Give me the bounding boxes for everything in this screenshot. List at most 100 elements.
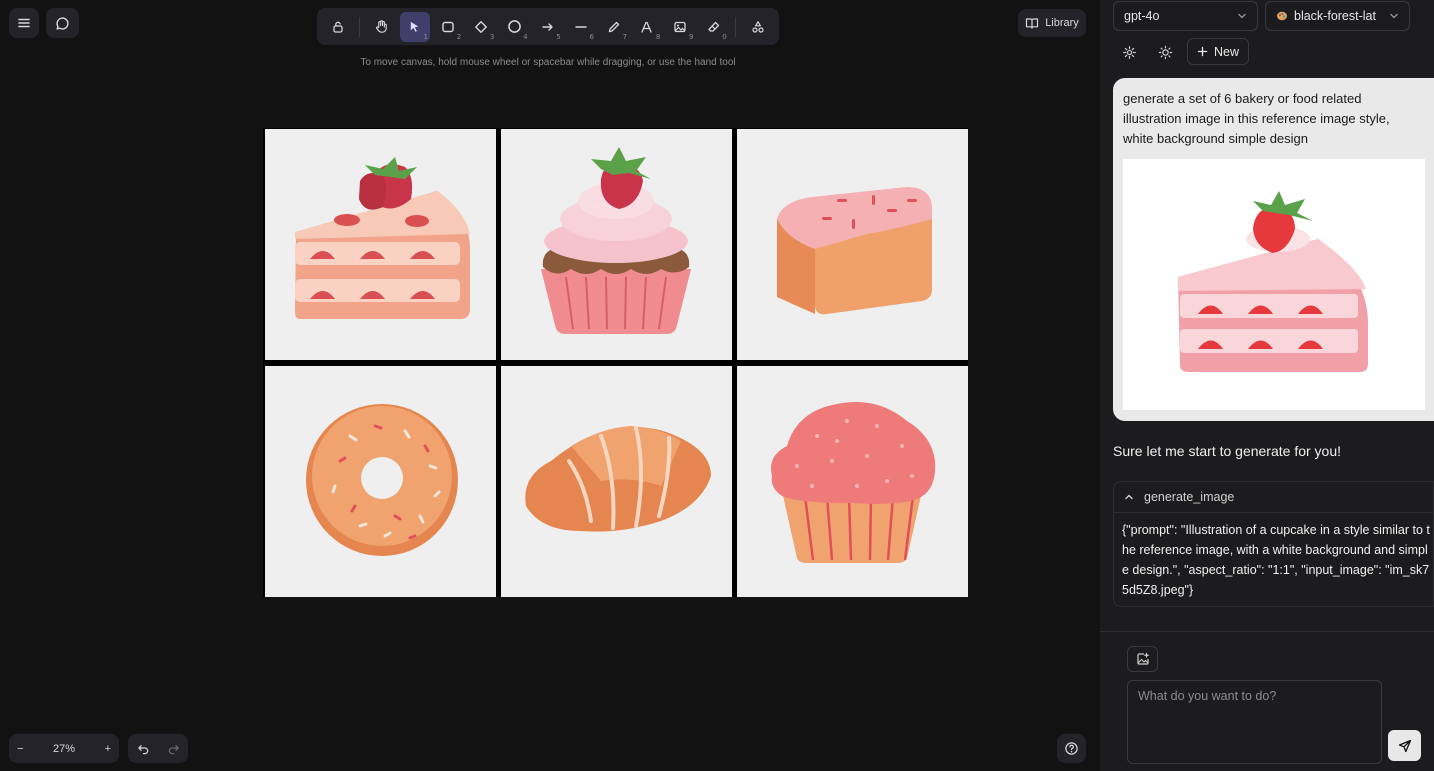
help-icon: [1065, 742, 1078, 755]
tool-more-shapes[interactable]: [743, 12, 773, 42]
tool-select[interactable]: 1: [399, 11, 430, 42]
tool-shortcut: 1: [423, 32, 428, 41]
muffin-image[interactable]: [737, 366, 968, 597]
chevron-up-icon: [1125, 494, 1133, 500]
image-model-value-wrap: black-forest-lat: [1276, 9, 1376, 23]
text-icon: [641, 21, 652, 33]
tool-arrow[interactable]: 5: [533, 12, 563, 42]
cupcake-illustration: [541, 147, 691, 334]
chevron-down-icon: [1390, 13, 1398, 19]
assistant-message: Sure let me start to generate for you!: [1113, 443, 1342, 459]
undo-icon[interactable]: [137, 742, 150, 755]
croissant-illustration: [525, 426, 711, 532]
menu-button[interactable]: [9, 8, 39, 38]
tool-call-header[interactable]: generate_image: [1114, 482, 1434, 513]
book-icon: [1026, 17, 1039, 29]
cupcake-image[interactable]: [501, 129, 732, 360]
donut-illustration: [306, 404, 458, 556]
model-select-value: gpt-4o: [1124, 9, 1160, 23]
tool-shortcut: 9: [689, 32, 694, 41]
tool-shortcut: 6: [589, 32, 594, 41]
tool-ellipse[interactable]: 4: [500, 12, 530, 42]
library-button[interactable]: Library: [1018, 9, 1086, 37]
tool-image[interactable]: 9: [665, 12, 695, 42]
zoom-level[interactable]: 27%: [53, 743, 75, 755]
attach-image-button[interactable]: [1127, 646, 1158, 672]
loaf-cake-image[interactable]: [737, 129, 968, 360]
zoom-controls: − 27% +: [9, 734, 119, 763]
image-model-select[interactable]: black-forest-lat: [1265, 1, 1410, 31]
lock-icon: [332, 21, 343, 33]
croissant-image[interactable]: [501, 366, 732, 597]
tool-shortcut: 4: [523, 32, 528, 41]
palette-icon: [1277, 11, 1287, 21]
arrow-right-icon: [542, 22, 553, 31]
composer-divider: [1100, 631, 1434, 632]
cake-slice-illustration: [295, 157, 470, 319]
tool-text[interactable]: 8: [632, 12, 662, 42]
donut-image[interactable]: [265, 366, 496, 597]
loaf-cake-illustration: [777, 187, 932, 315]
theme-toggle-button[interactable]: [1153, 40, 1177, 64]
chat-bubble-icon: [56, 16, 69, 30]
tool-rectangle[interactable]: 2: [433, 12, 463, 42]
pointer-arrow-icon: [411, 21, 419, 32]
plus-icon: [1197, 46, 1208, 57]
hand-icon: [376, 20, 388, 33]
tool-line[interactable]: 6: [566, 12, 596, 42]
tool-call-args: {"prompt": "Illustration of a cupcake in…: [1122, 523, 1430, 597]
canvas[interactable]: 1 2 3 4 5 6 7 8 9 0 To move canvas, hold…: [0, 0, 1100, 771]
tool-shortcut: 3: [489, 32, 495, 41]
tool-diamond[interactable]: 3: [466, 12, 496, 42]
toolbar-divider: [359, 16, 361, 37]
model-select[interactable]: gpt-4o: [1113, 1, 1258, 31]
new-chat-label: New: [1213, 44, 1239, 59]
tool-shortcut: 0: [722, 32, 727, 41]
image-icon: [674, 21, 687, 32]
app: 1 2 3 4 5 6 7 8 9 0 To move canvas, hold…: [0, 0, 1434, 771]
tool-shortcut: 2: [456, 32, 462, 41]
settings-button[interactable]: [1117, 40, 1141, 64]
zoom-in-button[interactable]: +: [105, 743, 111, 755]
tool-call-block: generate_image {"prompt": "Illustration …: [1113, 481, 1434, 607]
history-controls: [128, 734, 188, 763]
line-icon: [575, 25, 587, 28]
diamond-icon: [475, 20, 488, 33]
user-message: generate a set of 6 bakery or food relat…: [1113, 78, 1434, 421]
rectangle-icon: [442, 21, 454, 32]
help-button[interactable]: [1057, 734, 1086, 763]
zoom-out-button[interactable]: −: [17, 743, 23, 755]
shapes-icon: [752, 20, 764, 33]
tool-lock[interactable]: [323, 12, 353, 42]
pencil-icon: [608, 21, 620, 32]
tool-eraser[interactable]: 0: [699, 12, 729, 42]
image-model-select-value: black-forest-lat: [1294, 9, 1376, 23]
user-message-text: generate a set of 6 bakery or food relat…: [1123, 91, 1390, 146]
reference-image[interactable]: [1123, 159, 1425, 410]
send-icon: [1398, 739, 1411, 752]
chevron-down-icon: [1238, 13, 1246, 19]
prompt-input[interactable]: [1127, 680, 1382, 764]
tool-shortcut: 8: [655, 32, 661, 41]
library-label: Library: [1045, 17, 1079, 29]
tool-shortcut: 5: [556, 32, 561, 41]
new-chat-button[interactable]: New: [1187, 38, 1249, 65]
toolbar-divider: [735, 16, 737, 37]
cake-slice-image[interactable]: [265, 129, 496, 360]
tool-call-name: generate_image: [1144, 490, 1235, 504]
image-grid: [263, 128, 968, 597]
ellipse-icon: [508, 20, 521, 33]
sun-icon: [1158, 45, 1172, 59]
tool-hand[interactable]: [367, 12, 397, 42]
image-plus-icon: [1136, 652, 1149, 665]
muffin-illustration: [771, 402, 936, 563]
send-button[interactable]: [1388, 730, 1421, 761]
redo-icon[interactable]: [167, 742, 180, 755]
reference-cake-illustration: [1178, 191, 1368, 372]
tool-shortcut: 7: [622, 32, 628, 41]
drawing-toolbar: 1 2 3 4 5 6 7 8 9 0: [317, 8, 779, 45]
hamburger-icon: [18, 18, 30, 28]
eraser-icon: [708, 21, 719, 32]
tool-draw[interactable]: 7: [599, 12, 629, 42]
chat-button[interactable]: [46, 8, 79, 38]
